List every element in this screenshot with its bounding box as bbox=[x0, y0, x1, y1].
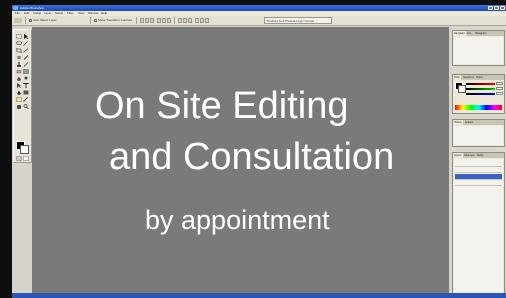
eraser-tool-icon[interactable] bbox=[16, 69, 22, 74]
show-transform-label: Show Transform Controls bbox=[98, 18, 132, 22]
tab-layers[interactable]: Layers bbox=[453, 153, 463, 158]
layers-panel-tabs: Layers Channels Paths bbox=[453, 153, 504, 158]
minimize-button[interactable] bbox=[488, 6, 493, 10]
zoom-tool-icon[interactable] bbox=[23, 104, 29, 109]
eyedropper-tool-icon[interactable] bbox=[23, 97, 29, 102]
brush-tool-icon[interactable] bbox=[23, 55, 29, 60]
dodge-tool-icon[interactable] bbox=[23, 76, 29, 81]
move-tool-icon[interactable] bbox=[23, 34, 29, 39]
align-center-button[interactable] bbox=[162, 18, 166, 23]
history-panel: History Actions bbox=[452, 119, 505, 147]
marquee-tool-icon[interactable] bbox=[16, 34, 22, 39]
gradient-tool-icon[interactable] bbox=[23, 69, 29, 74]
separator bbox=[136, 17, 137, 24]
blue-slider[interactable] bbox=[466, 93, 495, 95]
pen-tool-icon[interactable] bbox=[16, 90, 22, 95]
history-panel-tabs: History Actions bbox=[453, 120, 504, 125]
auto-select-checkbox[interactable] bbox=[29, 19, 32, 22]
headline-line-2: and Consultation bbox=[109, 136, 395, 178]
align-top-button[interactable] bbox=[140, 18, 144, 23]
layers-panel: Layers Channels Paths bbox=[452, 152, 505, 295]
red-slider[interactable] bbox=[466, 83, 495, 85]
tab-actions[interactable]: Actions bbox=[464, 120, 474, 125]
crop-tool-icon[interactable] bbox=[16, 48, 22, 53]
blue-value-field[interactable] bbox=[496, 92, 503, 95]
align-left-button[interactable] bbox=[157, 18, 161, 23]
color-panel: Color Swatches Styles bbox=[452, 74, 505, 114]
blur-tool-icon[interactable] bbox=[16, 76, 22, 81]
notes-tool-icon[interactable] bbox=[16, 97, 22, 102]
slice-tool-icon[interactable] bbox=[23, 48, 29, 53]
distribute-bottom-button[interactable] bbox=[188, 18, 192, 23]
color-panel-background-swatch[interactable] bbox=[458, 85, 466, 93]
palette-well-label: Brushes Tool Presets Layer Comps bbox=[267, 19, 314, 23]
navigator-preview[interactable] bbox=[454, 37, 503, 64]
history-list[interactable] bbox=[454, 126, 503, 145]
document-canvas[interactable]: On Site Editing and Consultation by appo… bbox=[32, 27, 449, 298]
tab-swatches[interactable]: Swatches bbox=[462, 75, 475, 80]
healing-brush-tool-icon[interactable] bbox=[16, 55, 22, 60]
distribute-middle-button[interactable] bbox=[183, 18, 187, 23]
separator bbox=[90, 17, 91, 24]
navigator-panel: Navigator Info Histogram bbox=[452, 30, 505, 66]
lasso-tool-icon[interactable] bbox=[16, 41, 22, 46]
headline-line-1: On Site Editing bbox=[95, 85, 349, 127]
show-transform-checkbox[interactable] bbox=[94, 19, 97, 22]
options-bar: Auto Select Layer Show Transform Control… bbox=[12, 16, 506, 26]
path-selection-tool-icon[interactable] bbox=[16, 83, 22, 88]
navigator-panel-tabs: Navigator Info Histogram bbox=[453, 31, 504, 36]
tab-styles[interactable]: Styles bbox=[475, 75, 484, 80]
align-bottom-button[interactable] bbox=[150, 18, 154, 23]
taskbar bbox=[12, 293, 506, 298]
distribute-top-button[interactable] bbox=[178, 18, 182, 23]
separator bbox=[174, 17, 175, 24]
color-spectrum-bar[interactable] bbox=[455, 105, 502, 110]
auto-select-label: Auto Select Layer bbox=[33, 18, 57, 22]
magic-wand-tool-icon[interactable] bbox=[23, 41, 29, 46]
clone-stamp-tool-icon[interactable] bbox=[16, 62, 22, 67]
tab-history[interactable]: History bbox=[453, 120, 463, 125]
toolbox bbox=[13, 29, 32, 163]
tab-color[interactable]: Color bbox=[453, 75, 461, 80]
palette-well[interactable]: Brushes Tool Presets Layer Comps bbox=[264, 17, 332, 24]
distribute-right-button[interactable] bbox=[205, 18, 209, 23]
maximize-button[interactable] bbox=[494, 6, 499, 10]
move-tool-preset-icon[interactable] bbox=[14, 18, 22, 23]
tagline: by appointment bbox=[145, 205, 330, 235]
layers-list bbox=[454, 159, 503, 293]
align-right-button[interactable] bbox=[167, 18, 171, 23]
palette-dock: Navigator Info Histogram Color Swatches … bbox=[451, 27, 506, 298]
tab-info[interactable]: Info bbox=[466, 31, 472, 36]
history-brush-tool-icon[interactable] bbox=[23, 62, 29, 67]
green-value-field[interactable] bbox=[496, 87, 503, 90]
distribute-left-button[interactable] bbox=[195, 18, 199, 23]
shape-tool-icon[interactable] bbox=[23, 90, 29, 95]
quick-mask-icon[interactable] bbox=[16, 156, 22, 161]
align-middle-button[interactable] bbox=[145, 18, 149, 23]
background-color-swatch[interactable] bbox=[20, 145, 29, 154]
photoshop-window: Adobe Photoshop File Edit Image Layer Se… bbox=[12, 5, 506, 298]
red-value-field[interactable] bbox=[496, 82, 503, 85]
separator bbox=[25, 17, 26, 24]
tab-navigator[interactable]: Navigator bbox=[453, 31, 466, 36]
close-button[interactable] bbox=[500, 6, 505, 10]
tab-histogram[interactable]: Histogram bbox=[474, 31, 487, 36]
color-panel-tabs: Color Swatches Styles bbox=[453, 75, 504, 80]
layer-lock-row[interactable] bbox=[455, 167, 502, 173]
green-slider[interactable] bbox=[466, 88, 495, 90]
window-title: Adobe Photoshop bbox=[20, 6, 44, 10]
tab-paths[interactable]: Paths bbox=[476, 153, 484, 158]
layer-row[interactable] bbox=[455, 180, 502, 186]
tab-channels[interactable]: Channels bbox=[463, 153, 476, 158]
type-tool-icon[interactable] bbox=[23, 83, 29, 88]
screen-mode-icon[interactable] bbox=[23, 156, 29, 161]
app-icon bbox=[13, 6, 18, 10]
hand-tool-icon[interactable] bbox=[16, 104, 22, 109]
distribute-center-button[interactable] bbox=[200, 18, 204, 23]
